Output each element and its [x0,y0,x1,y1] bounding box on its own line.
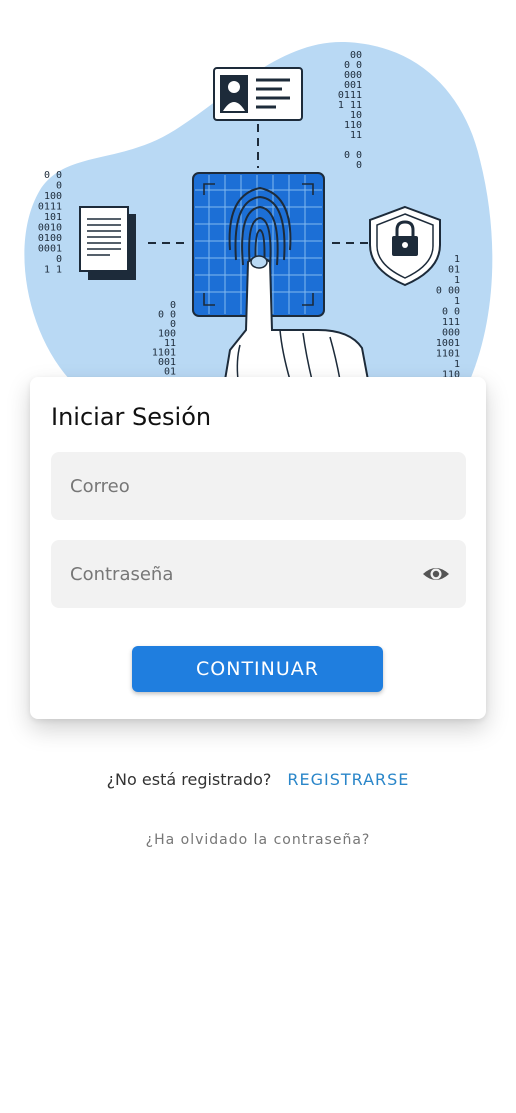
binary-text: 1 [454,254,460,265]
binary-text: 0 00 [436,286,460,297]
login-title: Iniciar Sesión [51,403,212,431]
email-input[interactable] [51,452,466,520]
binary-text: 11 [350,130,362,141]
register-row: ¿No está registrado? REGISTRARSE [0,770,516,789]
register-question: ¿No está registrado? [106,770,272,789]
binary-text: 01 [164,367,176,378]
binary-text: 0 0 [44,170,62,181]
binary-text: 100 [44,191,62,202]
binary-text: 0100 [38,233,62,244]
register-link[interactable]: REGISTRARSE [287,770,409,789]
login-card: Iniciar Sesión CONTINUAR [30,377,486,719]
binary-text: 0 [356,160,362,171]
binary-text: 0111 [38,202,62,213]
password-field[interactable] [51,540,466,608]
document-icon [79,206,136,280]
forgot-password-link[interactable]: ¿Ha olvidado la contraseña? [0,832,516,848]
binary-text: 01 [448,265,460,276]
binary-text: 0 [56,254,62,265]
eye-icon[interactable] [422,563,450,585]
password-input[interactable] [51,540,466,608]
binary-text: 000 [442,328,460,339]
binary-text: 1 [454,275,460,286]
binary-text: 111 [442,317,460,328]
binary-text: 1 [454,359,460,370]
hero-illustration: 00 0 0 000 001 0111 1 11 10 110 11 0 00 0 0 0 100 01… [0,0,516,400]
id-card-icon [213,67,303,121]
binary-text: 1 1 [44,265,62,276]
binary-text: 1 [454,296,460,307]
binary-text: 0010 [38,223,62,234]
binary-text: 0 0 [442,307,460,318]
binary-text: 1101 [436,349,460,360]
continue-button[interactable]: CONTINUAR [132,646,383,692]
email-field[interactable] [51,452,466,520]
binary-text: 0 [56,181,62,192]
binary-text: 1001 [436,338,460,349]
security-illustration: 000 000000101111 1110110110 00 0 0010001… [24,41,493,381]
binary-text: 101 [44,212,62,223]
binary-text: 0001 [38,244,62,255]
